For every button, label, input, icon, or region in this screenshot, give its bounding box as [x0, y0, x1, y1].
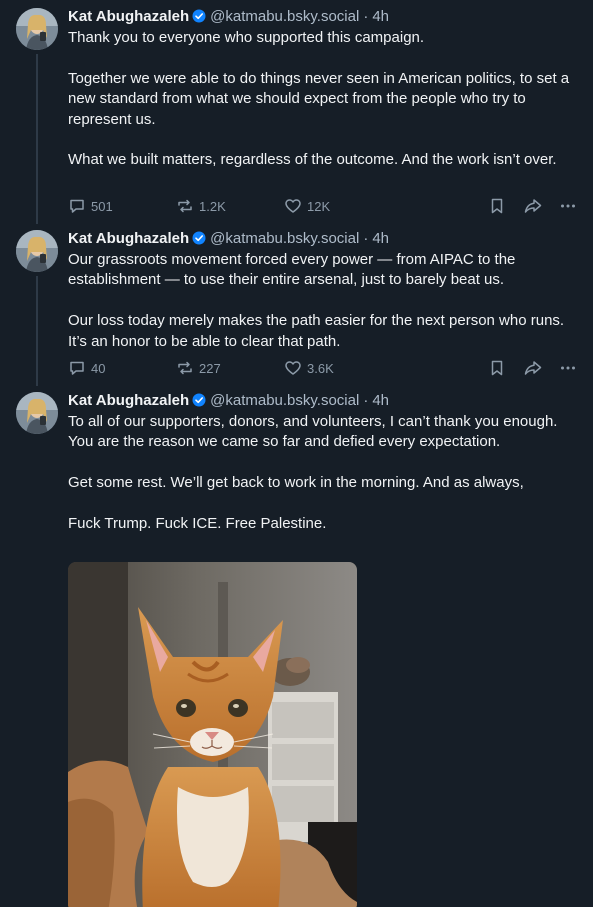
separator: · — [363, 229, 369, 247]
separator: · — [363, 7, 369, 25]
heart-icon — [285, 361, 301, 375]
share-button[interactable] — [523, 358, 543, 378]
post[interactable]: Kat Abughazaleh @katmabu.bsky.social · 4… — [0, 0, 593, 222]
timestamp[interactable]: 4h — [372, 392, 389, 409]
more-icon — [561, 204, 575, 208]
like-count: 3.6K — [307, 360, 334, 376]
post-paragraph: Together we were able to do things never… — [68, 69, 570, 128]
post-text: To all of our supporters, donors, and vo… — [68, 412, 573, 534]
like-button[interactable]: 12K — [284, 196, 330, 216]
timestamp[interactable]: 4h — [372, 230, 389, 247]
avatar[interactable] — [16, 392, 58, 434]
author-name[interactable]: Kat Abughazaleh — [68, 392, 189, 409]
bookmark-icon — [491, 360, 503, 376]
orange-cat-photo — [68, 562, 357, 907]
reply-icon — [70, 361, 84, 375]
reply-button[interactable]: 40 — [68, 358, 105, 378]
post-text: Our grassroots movement forced every pow… — [68, 250, 573, 352]
repost-count: 1.2K — [199, 198, 226, 214]
repost-count: 227 — [199, 360, 221, 376]
share-button[interactable] — [523, 196, 543, 216]
post-paragraph: Our loss today merely makes the path eas… — [68, 312, 565, 350]
reply-button[interactable]: 501 — [68, 196, 113, 216]
author-name[interactable]: Kat Abughazaleh — [68, 230, 189, 247]
more-button[interactable] — [559, 196, 577, 216]
avatar[interactable] — [16, 230, 58, 272]
post-actions: 501 1.2K 12K — [68, 196, 578, 216]
reply-count: 501 — [91, 198, 113, 214]
verified-badge-icon — [192, 9, 206, 23]
more-button[interactable] — [559, 358, 577, 378]
thread: Kat Abughazaleh @katmabu.bsky.social · 4… — [0, 0, 593, 907]
like-button[interactable]: 3.6K — [284, 358, 334, 378]
post[interactable]: Kat Abughazaleh @katmabu.bsky.social · 4… — [0, 386, 593, 907]
avatar[interactable] — [16, 8, 58, 50]
repost-icon — [178, 199, 192, 213]
post-paragraph: To all of our supporters, donors, and vo… — [68, 413, 558, 451]
post-actions: 40 227 3.6K — [68, 358, 578, 378]
bookmark-button[interactable] — [489, 196, 505, 216]
post-paragraph: Thank you to everyone who supported this… — [68, 29, 425, 46]
verified-badge-icon — [192, 393, 206, 407]
verified-badge-icon — [192, 231, 206, 245]
share-icon — [524, 361, 542, 375]
bookmark-button[interactable] — [489, 358, 505, 378]
reply-icon — [70, 199, 84, 213]
post-paragraph: Fuck Trump. Fuck ICE. Free Palestine. — [68, 515, 327, 532]
author-handle[interactable]: @katmabu.bsky.social — [210, 392, 359, 409]
post-paragraph: Our grassroots movement forced every pow… — [68, 251, 516, 289]
author-name[interactable]: Kat Abughazaleh — [68, 8, 189, 25]
author-handle[interactable]: @katmabu.bsky.social — [210, 8, 359, 25]
author-handle[interactable]: @katmabu.bsky.social — [210, 230, 359, 247]
repost-button[interactable]: 1.2K — [176, 196, 226, 216]
post-image[interactable] — [68, 562, 357, 907]
like-count: 12K — [307, 198, 331, 214]
heart-icon — [285, 199, 301, 213]
post-paragraph: What we built matters, regardless of the… — [68, 151, 557, 169]
post-text: Thank you to everyone who supported this… — [68, 28, 573, 171]
repost-button[interactable]: 227 — [176, 358, 221, 378]
repost-icon — [178, 361, 192, 375]
post[interactable]: Kat Abughazaleh @katmabu.bsky.social · 4… — [0, 222, 593, 386]
separator: · — [363, 391, 369, 409]
reply-count: 40 — [91, 360, 106, 376]
post-paragraph: Get some rest. We’ll get back to work in… — [68, 474, 524, 492]
share-icon — [524, 199, 542, 213]
timestamp[interactable]: 4h — [372, 8, 389, 25]
bookmark-icon — [491, 198, 503, 214]
more-icon — [561, 366, 575, 370]
